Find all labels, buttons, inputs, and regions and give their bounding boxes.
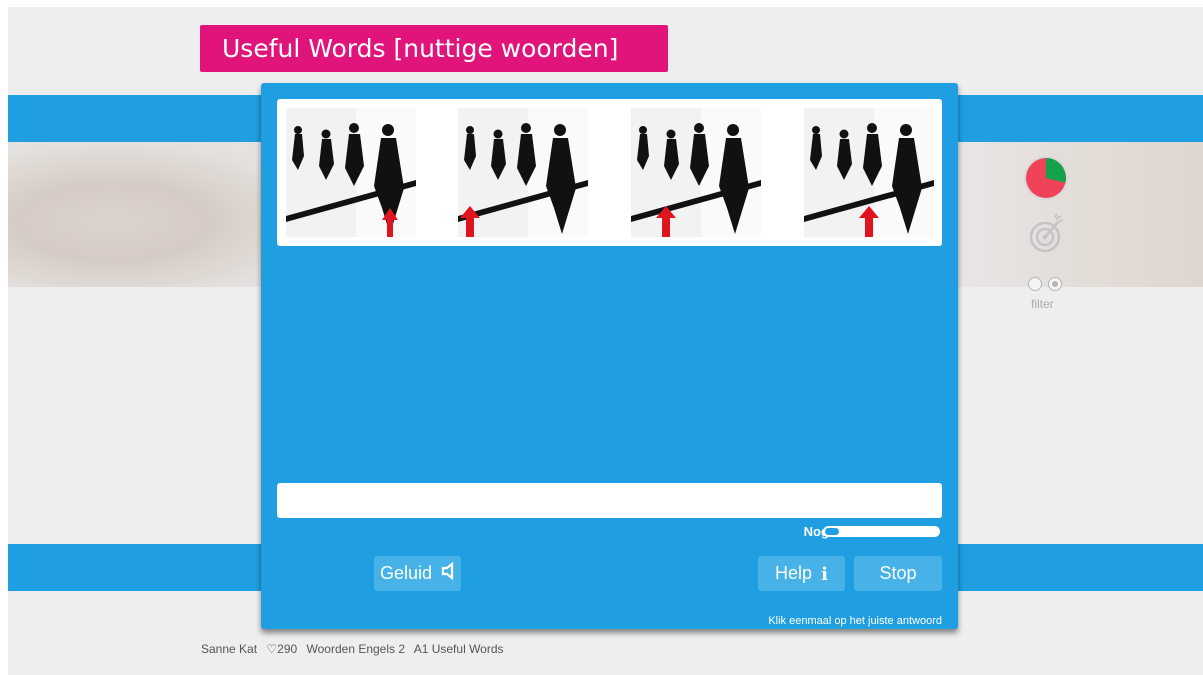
runners-image — [631, 108, 761, 237]
target-icon[interactable] — [1028, 213, 1066, 254]
filter-radio-on[interactable] — [1048, 277, 1062, 291]
choice-image-1[interactable] — [286, 108, 416, 237]
image-choices — [277, 99, 942, 246]
lesson-name: A1 Useful Words — [413, 642, 504, 656]
exercise-panel: Nog 22 Geluid Help i Stop Klik eenmaal o… — [261, 83, 958, 629]
score-pie-icon[interactable] — [1022, 154, 1070, 202]
filter-radio-off[interactable] — [1028, 277, 1042, 291]
filter-label: filter — [1031, 297, 1054, 311]
progress-bar — [823, 526, 940, 537]
choice-image-4[interactable] — [804, 108, 934, 237]
page-title: Useful Words [nuttige woorden] — [200, 25, 668, 72]
speaker-icon — [441, 557, 455, 592]
course-name: Woorden Engels 2 — [306, 642, 406, 656]
answer-field[interactable] — [277, 483, 942, 518]
choice-image-3[interactable] — [631, 108, 761, 237]
help-button[interactable]: Help i — [758, 556, 845, 591]
stop-button[interactable]: Stop — [854, 556, 942, 591]
user-name: Sanne Kat — [201, 642, 258, 656]
status-footer: Sanne Kat ♡290 Woorden Engels 2 A1 Usefu… — [201, 642, 510, 656]
help-button-label: Help — [775, 563, 813, 583]
background-photo-right — [953, 142, 1203, 287]
score-count: ♡290 — [266, 642, 298, 656]
runners-image — [458, 108, 588, 237]
progress-bar-fill — [825, 528, 839, 535]
sound-button[interactable]: Geluid — [374, 556, 461, 591]
instruction-hint: Klik eenmaal op het juiste antwoord — [768, 615, 942, 627]
info-icon: i — [821, 563, 828, 585]
runners-image — [804, 108, 934, 237]
choice-image-2[interactable] — [458, 108, 588, 237]
sound-button-label: Geluid — [379, 563, 432, 583]
runners-image — [286, 108, 416, 237]
